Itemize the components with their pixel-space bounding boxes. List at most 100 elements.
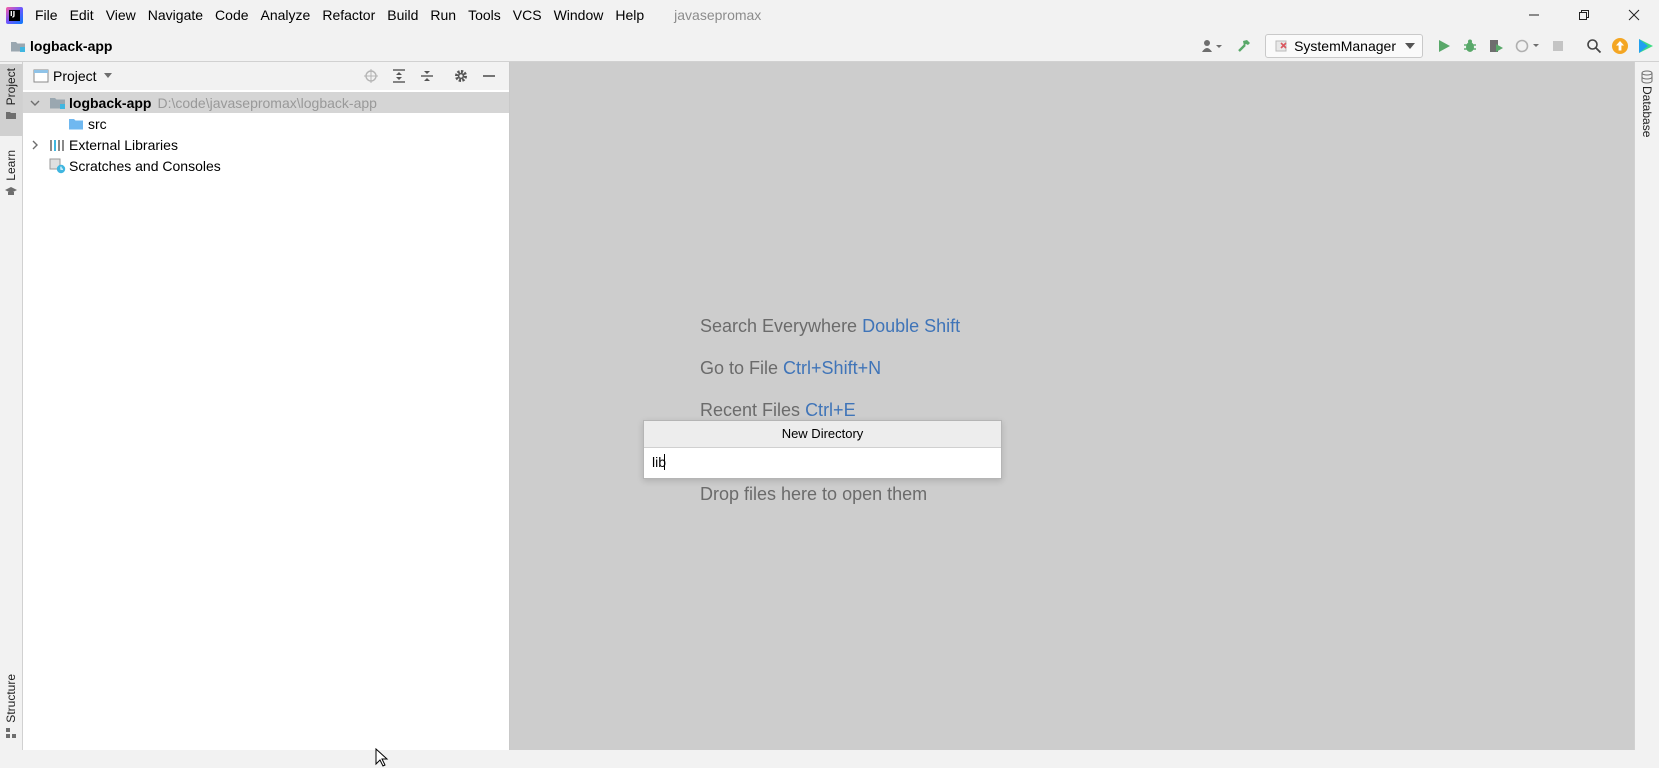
menu-edit[interactable]: Edit: [64, 0, 100, 30]
menu-vcs[interactable]: VCS: [507, 0, 548, 30]
expand-all-button[interactable]: [385, 64, 413, 88]
folder-icon: [6, 112, 16, 120]
tree-item-logback-app[interactable]: logback-app D:\code\javasepromax\logback…: [23, 92, 509, 113]
hint-recent-files: Recent Files Ctrl+E: [700, 400, 856, 421]
popup-title: New Directory: [644, 421, 1001, 448]
library-icon: [50, 139, 64, 151]
mouse-pointer-icon: [375, 748, 389, 767]
breadcrumb-label: logback-app: [30, 37, 113, 54]
profile-button[interactable]: [1509, 33, 1545, 59]
close-icon: [1628, 9, 1640, 21]
tree-item-external-libraries[interactable]: External Libraries: [23, 134, 509, 155]
tab-structure-label: Structure: [4, 674, 18, 723]
module-folder-icon: [11, 41, 25, 52]
tab-learn[interactable]: Learn: [0, 146, 22, 218]
menu-code[interactable]: Code: [209, 0, 254, 30]
chevron-right-icon[interactable]: [27, 140, 43, 150]
main-toolbar: SystemManager: [1195, 30, 1659, 61]
close-button[interactable]: [1609, 0, 1659, 30]
tree-item-src[interactable]: src: [23, 113, 509, 134]
menu-run[interactable]: Run: [424, 0, 462, 30]
hint-shortcut: Double Shift: [862, 316, 961, 336]
project-panel-header: Project: [23, 62, 509, 90]
build-button[interactable]: [1231, 33, 1257, 59]
tree-item-label: logback-app: [69, 94, 152, 111]
project-view-icon: [33, 69, 49, 83]
tab-database[interactable]: Database: [1635, 70, 1659, 137]
run-icon: [1439, 39, 1450, 52]
menu-window[interactable]: Window: [548, 0, 610, 30]
hint-text: Search Everywhere: [700, 316, 858, 336]
tree-item-label: External Libraries: [69, 136, 178, 153]
run-config-label: SystemManager: [1294, 37, 1396, 54]
coverage-button[interactable]: [1483, 33, 1509, 59]
breadcrumb[interactable]: logback-app: [10, 38, 112, 54]
hint-drop-files: Drop files here to open them: [700, 484, 927, 505]
account-button[interactable]: [1195, 33, 1231, 59]
restore-button[interactable]: [1559, 0, 1609, 30]
window-project-title: javasepromax: [674, 7, 762, 23]
bug-icon: [1464, 39, 1476, 52]
tab-structure[interactable]: Structure: [0, 672, 22, 748]
run-configuration-select[interactable]: SystemManager: [1265, 33, 1423, 58]
tab-project-label: Project: [4, 68, 18, 106]
menu-build[interactable]: Build: [381, 0, 424, 30]
source-folder-icon: [69, 118, 83, 129]
project-tool-window: Project logback-app D:\code\javasepromax…: [23, 62, 510, 767]
user-dropdown-icon: [1202, 39, 1223, 52]
window-controls: [1509, 0, 1659, 30]
menu-help[interactable]: Help: [609, 0, 650, 30]
tab-project[interactable]: Project: [0, 64, 22, 136]
module-folder-icon: [50, 97, 65, 109]
search-everywhere-button[interactable]: [1581, 33, 1607, 59]
menu-tools[interactable]: Tools: [462, 0, 507, 30]
menu-navigate[interactable]: Navigate: [142, 0, 209, 30]
toolbox-button[interactable]: [1633, 33, 1659, 59]
new-directory-popup: New Directory: [643, 420, 1002, 479]
hint-shortcut: Ctrl+Shift+N: [783, 358, 882, 378]
crosshair-icon: [364, 69, 378, 83]
profiler-dropdown-icon: [1515, 39, 1539, 52]
locate-button[interactable]: [357, 64, 385, 88]
text-caret: [664, 454, 665, 470]
structure-icon: [6, 727, 16, 738]
tab-learn-label: Learn: [4, 150, 18, 181]
hint-text: Recent Files: [700, 400, 801, 420]
run-button[interactable]: [1431, 33, 1457, 59]
update-arrow-icon: [1612, 37, 1628, 54]
right-tool-window-strip: Database: [1634, 62, 1659, 750]
navigation-bar: logback-app SystemManager: [0, 30, 1659, 62]
tree-item-scratches[interactable]: Scratches and Consoles: [23, 155, 509, 176]
tree-item-label: Scratches and Consoles: [69, 157, 221, 174]
stop-icon: [1553, 40, 1563, 51]
debug-button[interactable]: [1457, 33, 1483, 59]
menu-view[interactable]: View: [100, 0, 142, 30]
tab-database-label: Database: [1640, 86, 1654, 138]
expand-all-icon: [393, 69, 405, 83]
minimize-button[interactable]: [1509, 0, 1559, 30]
collapse-all-button[interactable]: [413, 64, 441, 88]
hint-shortcut: Ctrl+E: [805, 400, 856, 420]
hide-panel-button[interactable]: [475, 64, 503, 88]
hint-text: Go to File: [700, 358, 779, 378]
hint-search-everywhere: Search Everywhere Double Shift: [700, 316, 960, 337]
menu-refactor[interactable]: Refactor: [316, 0, 381, 30]
chevron-down-icon[interactable]: [27, 98, 43, 108]
update-button[interactable]: [1607, 33, 1633, 59]
hint-text: Drop files here to open them: [700, 484, 928, 504]
editor-empty-area[interactable]: Search Everywhere Double Shift Go to Fil…: [510, 62, 1635, 750]
directory-name-input[interactable]: [650, 451, 994, 473]
tree-item-label: src: [88, 115, 107, 132]
chevron-down-icon[interactable]: [103, 72, 113, 80]
search-icon: [1587, 38, 1602, 53]
coverage-icon: [1490, 39, 1503, 52]
module-path-hint: D:\code\javasepromax\logback-app: [157, 94, 377, 111]
project-view-title[interactable]: Project: [53, 68, 97, 84]
settings-button[interactable]: [447, 64, 475, 88]
restore-icon: [1579, 10, 1589, 20]
menu-file[interactable]: File: [29, 0, 64, 30]
jetbrains-toolbox-icon: [1639, 38, 1653, 53]
intellij-logo-icon[interactable]: IJ: [6, 6, 23, 24]
stop-button[interactable]: [1545, 33, 1571, 59]
menu-analyze[interactable]: Analyze: [255, 0, 317, 30]
